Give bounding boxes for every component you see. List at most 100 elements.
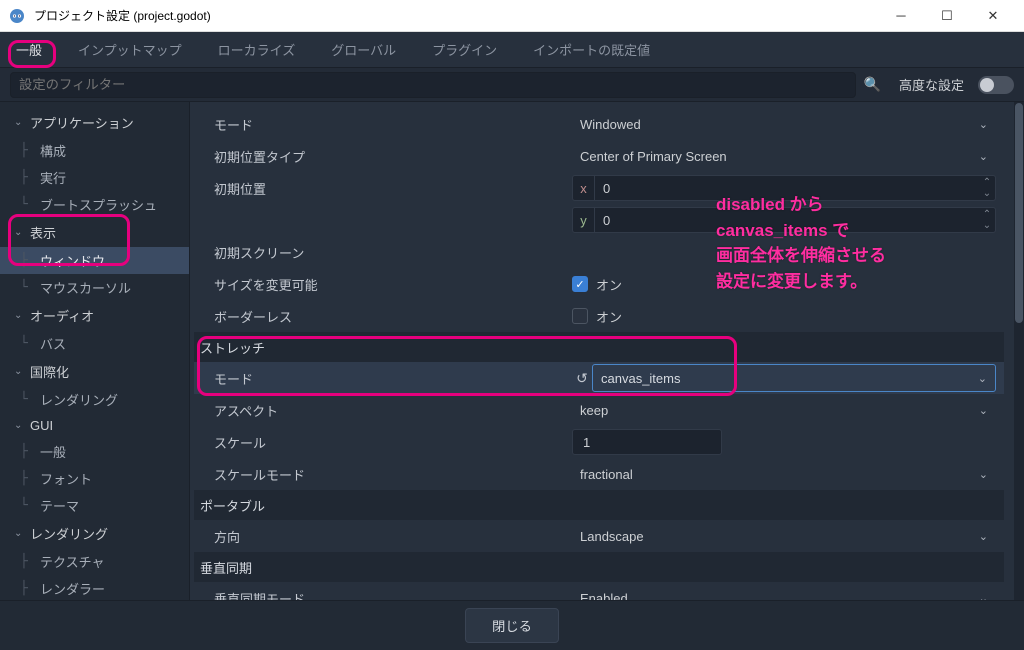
chevron-down-icon: ⌄	[979, 118, 988, 131]
spinner-icon[interactable]: ⌃⌄	[979, 209, 995, 231]
close-window-button[interactable]: ✕	[970, 0, 1016, 32]
scalemode-dropdown[interactable]: fractional ⌄	[572, 461, 996, 487]
chevron-down-icon: ⌄	[979, 592, 988, 601]
settings-panel: モード Windowed ⌄ 初期位置タイプ Center of Primary…	[190, 102, 1014, 600]
section-portable: ポータブル	[194, 490, 1004, 520]
advanced-settings-toggle[interactable]	[978, 76, 1014, 94]
sidebar-group-audio[interactable]: ⌄オーディオ	[0, 301, 189, 330]
vsyncmode-dropdown[interactable]: Enabled ⌄	[572, 585, 996, 600]
sidebar-item-gui-font[interactable]: ├フォント	[0, 465, 189, 492]
sidebar-item-bootsplash[interactable]: └ブートスプラッシュ	[0, 191, 189, 218]
filter-input[interactable]	[10, 72, 856, 98]
setting-row-orientation: 方向 Landscape ⌄	[194, 520, 1004, 552]
dropdown-value: keep	[580, 403, 608, 418]
setting-row-stretch-mode: モード ↺ canvas_items ⌄	[194, 362, 1004, 394]
orientation-dropdown[interactable]: Landscape ⌄	[572, 523, 996, 549]
sidebar-label: 国際化	[30, 362, 69, 381]
sidebar-group-i18n[interactable]: ⌄ 国際化	[0, 357, 189, 386]
advanced-settings-label: 高度な設定	[899, 75, 964, 94]
scrollbar-thumb[interactable]	[1015, 103, 1023, 323]
setting-label: スケール	[202, 433, 572, 452]
sidebar-item-cursor[interactable]: └マウスカーソル	[0, 274, 189, 301]
chevron-down-icon: ⌄	[979, 530, 988, 543]
sidebar-group-rendering[interactable]: ⌄レンダリング	[0, 519, 189, 548]
setting-row-initpos-type: 初期位置タイプ Center of Primary Screen ⌄	[194, 140, 1004, 172]
borderless-checkbox[interactable]	[572, 308, 588, 324]
category-sidebar[interactable]: ⌄アプリケーション ├構成 ├実行 └ブートスプラッシュ ⌄表示 ├ウィンドウ …	[0, 102, 190, 600]
setting-label: スケールモード	[202, 465, 572, 484]
sidebar-item-run[interactable]: ├実行	[0, 164, 189, 191]
tab-import-defaults[interactable]: インポートの既定値	[525, 34, 658, 65]
spinner-icon[interactable]: ⌃⌄	[979, 177, 995, 199]
setting-label: 初期位置タイプ	[202, 147, 572, 166]
tree-line-icon: └	[20, 280, 36, 295]
sidebar-group-gui[interactable]: ⌄GUI	[0, 413, 189, 438]
resizable-checkbox[interactable]: ✓	[572, 276, 588, 292]
chevron-down-icon: ⌄	[979, 404, 988, 417]
tree-line-icon: ├	[20, 554, 36, 569]
setting-row-resizable: サイズを変更可能 ✓ オン	[194, 268, 1004, 300]
revert-icon[interactable]: ↺	[572, 370, 592, 387]
setting-label: 初期スクリーン	[202, 243, 572, 262]
setting-row-borderless: ボーダーレス オン	[194, 300, 1004, 332]
number-value: 0	[595, 213, 979, 228]
sidebar-group-application[interactable]: ⌄ アプリケーション	[0, 108, 189, 137]
tab-inputmap[interactable]: インプットマップ	[70, 34, 190, 65]
sidebar-item-i18n-rendering[interactable]: └レンダリング	[0, 386, 189, 413]
chevron-down-icon: ⌄	[14, 227, 24, 238]
tab-global[interactable]: グローバル	[323, 34, 404, 65]
initpos-x-input[interactable]: x 0 ⌃⌄	[572, 175, 996, 201]
section-label: ポータブル	[200, 496, 265, 515]
sidebar-item-bus[interactable]: └バス	[0, 330, 189, 357]
initpos-y-input[interactable]: y 0 ⌃⌄	[572, 207, 996, 233]
sidebar-label: レンダリング	[40, 390, 118, 409]
setting-label: サイズを変更可能	[202, 275, 572, 294]
sidebar-label: ブートスプラッシュ	[40, 195, 157, 214]
tree-line-icon: ├	[20, 143, 36, 158]
aspect-dropdown[interactable]: keep ⌄	[572, 397, 996, 423]
chevron-down-icon: ⌄	[979, 468, 988, 481]
sidebar-item-texture[interactable]: ├ テクスチャ	[0, 548, 189, 575]
sidebar-label: バス	[40, 334, 66, 353]
sidebar-label: 表示	[30, 223, 56, 242]
sidebar-item-gui-theme[interactable]: └テーマ	[0, 492, 189, 519]
setting-label: モード	[202, 115, 572, 134]
tab-general[interactable]: 一般	[8, 34, 50, 65]
sidebar-item-window[interactable]: ├ウィンドウ	[0, 247, 189, 274]
scale-input[interactable]: 1	[572, 429, 722, 455]
sidebar-label: アプリケーション	[30, 113, 134, 132]
sidebar-label: レンダラー	[40, 579, 105, 598]
axis-x-icon: x	[573, 176, 595, 200]
tree-line-icon: ├	[20, 444, 36, 459]
sidebar-item-config[interactable]: ├構成	[0, 137, 189, 164]
setting-row-initpos-y: y 0 ⌃⌄	[194, 204, 1004, 236]
tab-localize[interactable]: ローカライズ	[210, 34, 304, 65]
close-button[interactable]: 閉じる	[465, 608, 559, 643]
minimize-button[interactable]: ─	[878, 0, 924, 32]
setting-label: 方向	[202, 527, 572, 546]
setting-row-aspect: アスペクト keep ⌄	[194, 394, 1004, 426]
mode-dropdown[interactable]: Windowed ⌄	[572, 111, 996, 137]
sidebar-label: 実行	[40, 168, 66, 187]
sidebar-label: テクスチャ	[40, 552, 104, 571]
settings-scrollbar[interactable]	[1014, 102, 1024, 600]
stretch-mode-dropdown[interactable]: canvas_items ⌄	[592, 364, 996, 392]
sidebar-item-renderer[interactable]: ├ レンダラー	[0, 575, 189, 600]
tab-plugin[interactable]: プラグイン	[424, 34, 505, 65]
section-vsync: 垂直同期	[194, 552, 1004, 582]
number-value: 0	[595, 181, 979, 196]
checkbox-label: オン	[596, 307, 622, 326]
sidebar-item-gui-general[interactable]: ├ 一般	[0, 438, 189, 465]
tree-line-icon: ├	[20, 581, 36, 596]
initpos-type-dropdown[interactable]: Center of Primary Screen ⌄	[572, 143, 996, 169]
setting-label: アスペクト	[202, 401, 572, 420]
setting-label: 初期位置	[202, 179, 572, 198]
sidebar-group-display[interactable]: ⌄ 表示	[0, 218, 189, 247]
sidebar-label: フォント	[40, 469, 92, 488]
sidebar-label: 一般	[40, 442, 66, 461]
chevron-down-icon: ⌄	[14, 117, 24, 128]
dropdown-value: fractional	[580, 467, 633, 482]
dropdown-value: canvas_items	[601, 371, 680, 386]
chevron-down-icon: ⌄	[14, 366, 24, 377]
maximize-button[interactable]: ☐	[924, 0, 970, 32]
